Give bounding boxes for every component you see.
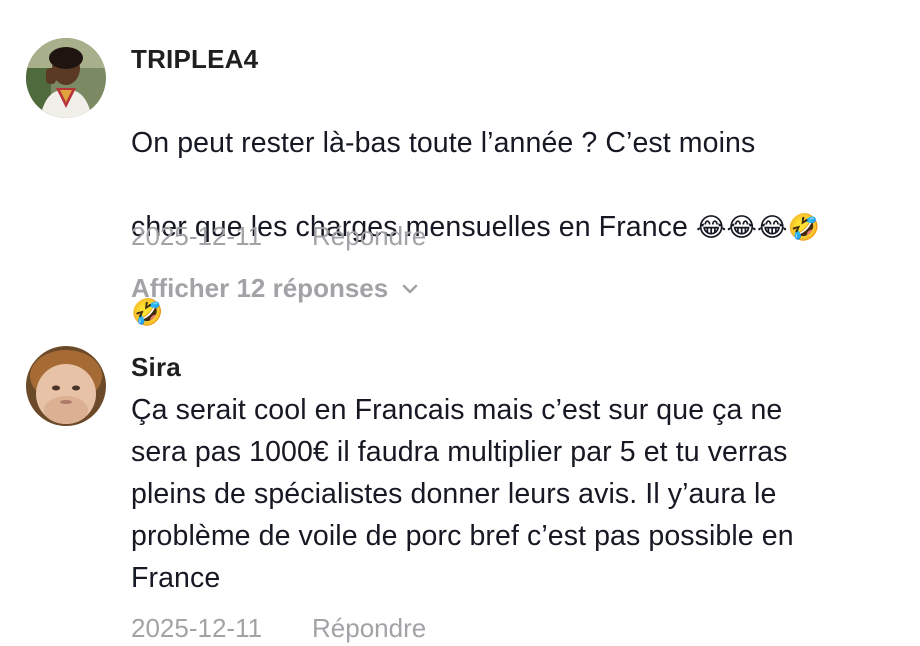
person-avatar-icon: [26, 38, 106, 118]
comment-text: Ça serait cool en Francais mais c’est su…: [131, 394, 794, 594]
reply-button[interactable]: Répondre: [312, 613, 426, 644]
view-replies-label: Afficher 12 réponses: [131, 273, 389, 303]
person-avatar-icon: [26, 346, 106, 426]
comment-meta: 2025-12-11 Répondre: [131, 221, 426, 252]
comment-username[interactable]: TRIPLEA4: [131, 44, 258, 75]
avatar[interactable]: [26, 346, 106, 426]
reply-button[interactable]: Répondre: [312, 221, 426, 252]
avatar[interactable]: [26, 38, 106, 118]
emoji-text: 😂😂😂🤣: [696, 213, 820, 243]
comment-text-line: On peut rester là-bas toute l’année ? C’…: [131, 127, 756, 159]
chevron-down-icon: [402, 284, 418, 293]
comment-date: 2025-12-11: [131, 221, 263, 251]
comment-username[interactable]: Sira: [131, 352, 181, 383]
view-replies-button[interactable]: Afficher 12 réponses: [131, 273, 420, 304]
comment-meta: 2025-12-11 Répondre: [131, 613, 426, 644]
comment-date: 2025-12-11: [131, 613, 263, 643]
